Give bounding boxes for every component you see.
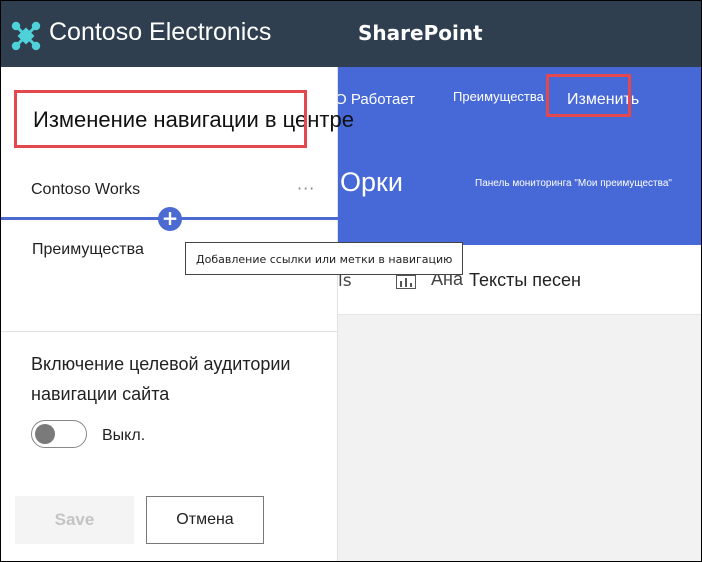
suite-bar: Contoso Electronics SharePoint xyxy=(1,1,701,67)
chart-icon xyxy=(396,275,416,289)
site-top-nav: O Работает Преимущества Изменить xyxy=(335,67,701,127)
app-title[interactable]: SharePoint xyxy=(358,21,483,45)
cancel-button[interactable]: Отмена xyxy=(146,496,264,544)
content-area xyxy=(338,315,701,561)
nav-link-works[interactable]: O Работает xyxy=(335,91,415,108)
app-launcher-icon[interactable] xyxy=(11,21,41,51)
title-callout-box xyxy=(14,90,307,148)
site-dashboard-link[interactable]: Панель мониторинга "Мои преимущества" xyxy=(475,178,672,189)
site-header: Орки Панель мониторинга "Мои преимуществ… xyxy=(338,127,701,245)
nav-link-benefits[interactable]: Преимущества xyxy=(453,89,544,104)
save-button[interactable]: Save xyxy=(15,496,134,544)
nav-item-contoso-works[interactable]: Contoso Works xyxy=(31,181,140,199)
toggle-knob xyxy=(35,424,55,444)
panel-divider xyxy=(1,331,338,332)
site-name[interactable]: Орки xyxy=(340,167,403,198)
audience-targeting-label: Включение целевой аудитории навигации са… xyxy=(31,354,291,404)
more-options-icon[interactable]: ··· xyxy=(297,179,315,198)
add-link-button[interactable]: + xyxy=(158,207,182,231)
screenshot-frame: Contoso Electronics SharePoint O Работае… xyxy=(0,0,702,562)
lyrics-link[interactable]: Тексты песен xyxy=(469,270,581,291)
toggle-state-label: Выкл. xyxy=(102,427,146,444)
nav-item-benefits[interactable]: Преимущества xyxy=(32,241,144,259)
edit-callout-box xyxy=(546,74,631,117)
add-link-tooltip: Добавление ссылки или метки в навигацию xyxy=(185,242,464,275)
audience-toggle[interactable] xyxy=(31,420,87,448)
brand-name[interactable]: Contoso Electronics xyxy=(49,18,271,47)
